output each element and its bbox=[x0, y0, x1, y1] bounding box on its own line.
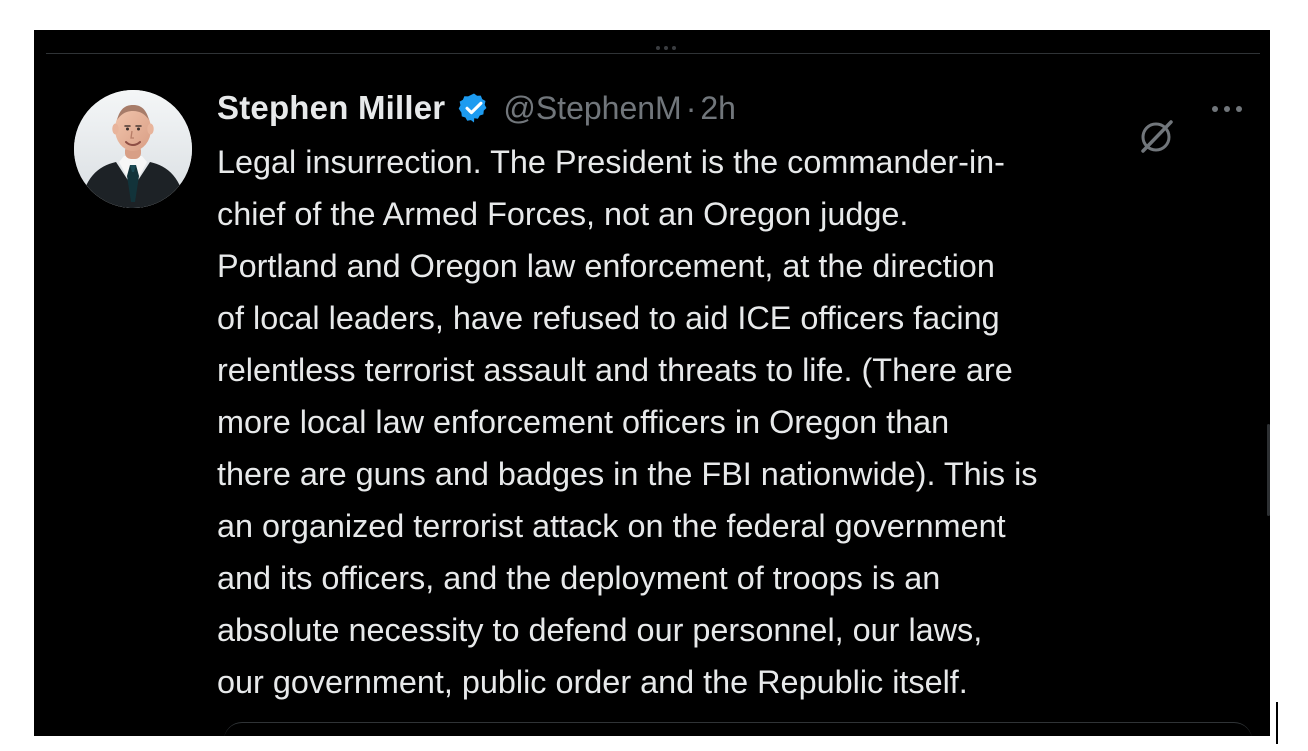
drag-handle-dot bbox=[664, 46, 668, 50]
scrollbar-edge[interactable] bbox=[1267, 424, 1270, 516]
more-options-dot bbox=[1212, 106, 1218, 112]
drag-handle-dot bbox=[672, 46, 676, 50]
drag-handle[interactable] bbox=[648, 46, 684, 52]
tweet-line-5: relentless terrorist assault and threats… bbox=[217, 352, 1013, 388]
drag-handle-dot bbox=[656, 46, 660, 50]
tweet-line-10: absolute necessity to defend our personn… bbox=[217, 612, 983, 648]
tweet-screenshot: Stephen Miller @StephenM · 2h Legal insu… bbox=[34, 30, 1270, 736]
tweet-line-8: an organized terrorist attack on the fed… bbox=[217, 508, 1006, 544]
more-options-dot bbox=[1224, 106, 1230, 112]
embedded-card-edge bbox=[224, 722, 1252, 736]
tweet-line-7: there are guns and badges in the FBI nat… bbox=[217, 456, 1038, 492]
tweet-header: Stephen Miller @StephenM · 2h bbox=[217, 84, 736, 132]
crop-marker bbox=[1276, 702, 1278, 744]
avatar-image bbox=[74, 90, 192, 208]
verified-badge-icon bbox=[457, 91, 491, 125]
author-handle[interactable]: @StephenM bbox=[503, 90, 681, 127]
tweet-time[interactable]: 2h bbox=[700, 90, 736, 127]
author-display-name[interactable]: Stephen Miller bbox=[217, 89, 445, 127]
tweet-line-1: Legal insurrection. The President is the… bbox=[217, 144, 1005, 180]
tweet-line-4: of local leaders, have refused to aid IC… bbox=[217, 300, 1000, 336]
tweet-line-11: our government, public order and the Rep… bbox=[217, 664, 968, 700]
tweet-line-9: and its officers, and the deployment of … bbox=[217, 560, 941, 596]
tweet-body-text: Legal insurrection. The President is the… bbox=[217, 136, 1262, 708]
top-divider bbox=[46, 53, 1260, 54]
tweet-line-3: Portland and Oregon law enforcement, at … bbox=[217, 248, 995, 284]
profile-avatar[interactable] bbox=[74, 90, 192, 208]
more-options-dot bbox=[1236, 106, 1242, 112]
tweet-line-6: more local law enforcement officers in O… bbox=[217, 404, 950, 440]
more-options-icon[interactable] bbox=[1212, 102, 1256, 116]
header-separator: · bbox=[685, 89, 697, 126]
tweet-line-2: chief of the Armed Forces, not an Oregon… bbox=[217, 196, 909, 232]
